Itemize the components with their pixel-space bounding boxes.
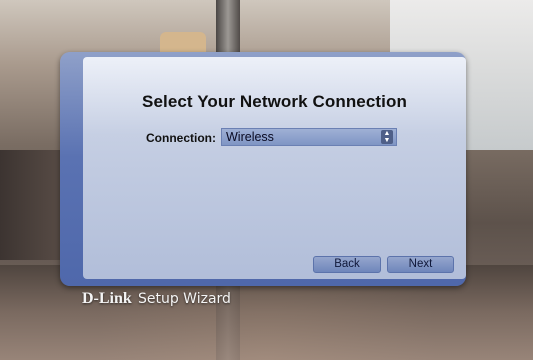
dialog-panel (83, 57, 466, 279)
up-down-arrows-icon[interactable]: ▲ ▼ (381, 130, 393, 144)
background-lamp (160, 32, 206, 54)
back-button[interactable]: Back (313, 256, 381, 273)
page-title: Select Your Network Connection (142, 92, 407, 111)
background-shelf (0, 150, 60, 260)
next-button[interactable]: Next (387, 256, 454, 273)
connection-label: Connection: (146, 131, 216, 145)
dlink-logo: D-Link (82, 290, 132, 307)
connection-select[interactable]: Wireless ▲ ▼ (221, 128, 397, 146)
brand-footer: D-Link Setup Wizard (82, 290, 231, 308)
setup-wizard-label: Setup Wizard (137, 291, 231, 307)
connection-select-value: Wireless (226, 130, 274, 144)
